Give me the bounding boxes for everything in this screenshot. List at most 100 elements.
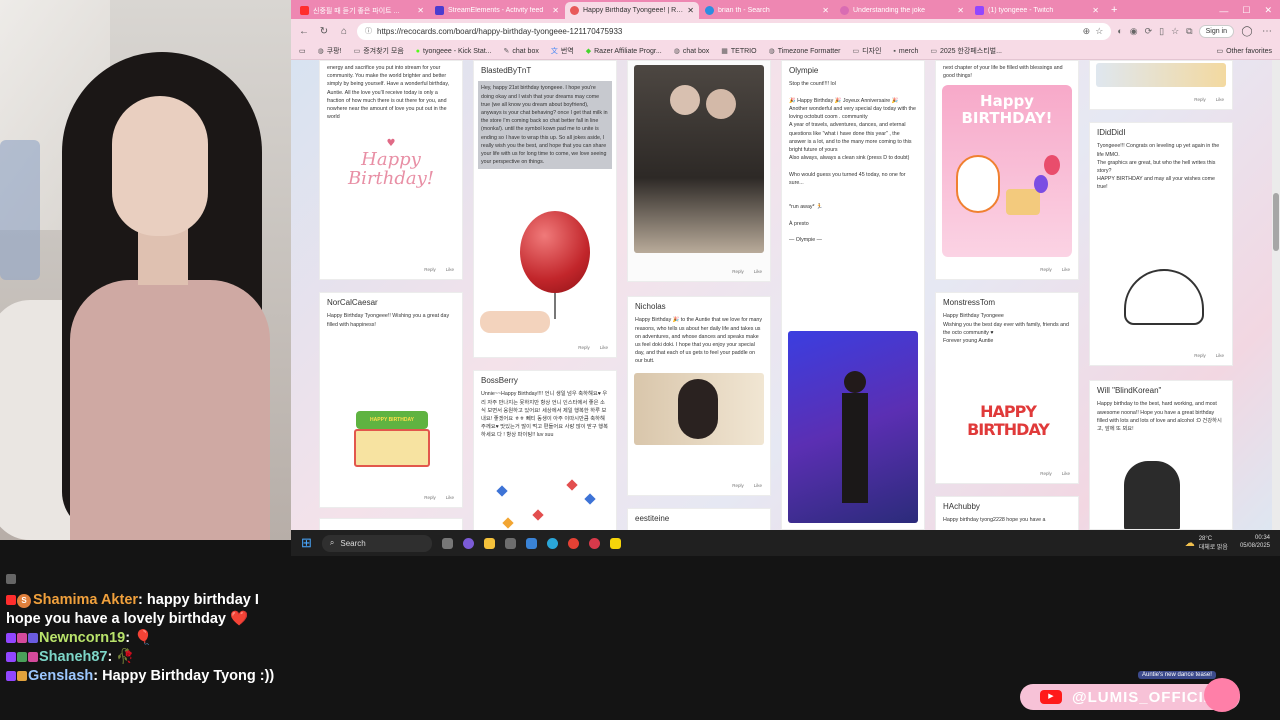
tab-4[interactable]: Understanding the joke ✕ [835, 2, 969, 19]
balloon-icon [1044, 155, 1060, 176]
address-bar[interactable]: ⓘ https://recocards.com/board/happy-birt… [357, 22, 1112, 40]
task-view-icon[interactable] [441, 537, 453, 549]
confetti-piece [496, 485, 508, 497]
close-tab-icon[interactable]: ✕ [957, 6, 964, 15]
like-button[interactable]: Like [446, 267, 454, 274]
bookmark-8[interactable]: ◍ Timezone Formatter [769, 47, 841, 56]
reply-button[interactable]: Reply [424, 267, 436, 274]
red-balloon-image [520, 211, 590, 293]
windows-start-icon[interactable]: ⊞ [301, 535, 312, 551]
windows-taskbar: ⊞ ⌕ Search ☁ 28°C 대체로 맑음 00:34 05/08/2025 [291, 530, 1280, 556]
reply-button[interactable]: Reply [732, 483, 744, 490]
cake-icon [354, 429, 430, 467]
site-info-icon[interactable]: ⓘ [365, 26, 372, 36]
bookmark-10[interactable]: ▪ merch [893, 48, 918, 55]
like-button[interactable]: Like [754, 269, 762, 276]
like-button[interactable]: Like [1062, 267, 1070, 274]
close-tab-icon[interactable]: ✕ [1092, 6, 1099, 15]
bookmark-1[interactable]: ▭ 증겨찾기 모음 [354, 46, 404, 56]
tab-1[interactable]: StreamElements - Activity feed ✕ [430, 2, 564, 19]
like-button[interactable]: Like [1062, 471, 1070, 478]
back-icon[interactable]: ← [297, 26, 311, 37]
bookmarks-toggle-icon[interactable]: ▭ [299, 47, 306, 55]
bookmark-7[interactable]: ▦ TETRIO [721, 47, 756, 56]
maximize-icon[interactable]: ☐ [1242, 5, 1250, 16]
webcam-pillow [0, 140, 40, 280]
tab-2[interactable]: Happy Birthday Tyongeee! | Reco ✕ [565, 2, 699, 19]
close-tab-icon[interactable]: ✕ [552, 6, 559, 15]
edge-icon[interactable] [546, 537, 558, 549]
home-icon[interactable]: ⌂ [337, 26, 351, 37]
bookmark-4[interactable]: 文 번역 [551, 46, 574, 56]
bookmark-label: 디자인 [862, 48, 882, 55]
split-screen-icon[interactable]: ▯ [1159, 26, 1164, 37]
extension-icon[interactable]: ⟳ [1145, 26, 1153, 37]
reply-button[interactable]: Reply [578, 345, 590, 352]
weather-icon: ☁ [1184, 537, 1195, 549]
bookmark-6[interactable]: ◍ chat box [674, 47, 710, 56]
tab-3[interactable]: brian th - Search ✕ [700, 2, 834, 19]
reply-button[interactable]: Reply [732, 269, 744, 276]
reply-button[interactable]: Reply [1040, 267, 1052, 274]
app-icon[interactable] [588, 537, 600, 549]
bookmark-2[interactable]: ● tyongeee - Kick Stat... [416, 48, 492, 55]
scrollbar-thumb[interactable] [1273, 193, 1279, 251]
minimize-icon[interactable]: — [1219, 6, 1228, 16]
like-button[interactable]: Like [1216, 353, 1224, 360]
refresh-icon[interactable]: ↻ [317, 26, 331, 37]
favorites-icon[interactable]: ☆ [1171, 26, 1179, 37]
like-button[interactable]: Like [1216, 97, 1224, 104]
browser-window: 신중필 때 듣기 좋은 파이트 ... ✕ StreamElements - Ac… [291, 0, 1280, 530]
extension-icon[interactable]: ◐ [1117, 26, 1122, 37]
taskbar-search-box[interactable]: ⌕ Search [321, 534, 432, 552]
close-tab-icon[interactable]: ✕ [687, 6, 694, 15]
card-message: Happy Birthday 🎉 to the Auntie that we l… [635, 317, 763, 365]
bookmark-11[interactable]: ▭ 2025 한강페스티벌... [930, 46, 1002, 56]
app-icon[interactable] [525, 537, 537, 549]
art-text: HAPPY BIRTHDAY [967, 402, 1050, 439]
file-explorer-icon[interactable] [483, 537, 495, 549]
like-button[interactable]: Like [600, 345, 608, 352]
close-window-icon[interactable]: ✕ [1264, 5, 1272, 16]
page-icon [840, 6, 849, 15]
reply-button[interactable]: Reply [1040, 471, 1052, 478]
new-tab-button[interactable]: + [1105, 2, 1123, 19]
like-button[interactable]: Like [446, 495, 454, 502]
bookmark-5[interactable]: ◆ Razer Affiliate Progr... [586, 47, 662, 56]
other-favorites[interactable]: ▭ Other favorites [1216, 47, 1272, 56]
reply-button[interactable]: Reply [424, 495, 436, 502]
tab-5[interactable]: (1) tyongeee - Twitch ✕ [970, 2, 1104, 19]
confetti-piece [502, 517, 514, 529]
seal-sticker-icon [1124, 269, 1204, 325]
character-icon [956, 155, 1000, 214]
profile-avatar-icon[interactable]: ◯ [1240, 26, 1254, 37]
tab-label: 신중필 때 듣기 좋은 파이트 ... [313, 7, 400, 15]
bookmark-3[interactable]: ✎ chat box [504, 47, 539, 56]
collections-icon[interactable]: ⧉ [1186, 26, 1192, 37]
stream-chat-overlay: S Shamima Akter: happy birthday I hope yo… [0, 570, 290, 720]
app-icon[interactable] [504, 537, 516, 549]
taskbar-clock[interactable]: 00:34 05/08/2025 [1240, 535, 1270, 551]
kakaotalk-icon[interactable] [609, 537, 621, 549]
sign-in-button[interactable]: Sign in [1198, 24, 1234, 38]
bookmark-9[interactable]: ▭ 디자인 [852, 46, 881, 56]
bookmark-0[interactable]: ◍ 쿠팡! [318, 46, 342, 56]
bookmark-label: merch [898, 47, 919, 55]
chat-app-icon[interactable] [462, 537, 474, 549]
weather-widget[interactable]: ☁ 28°C 대체로 맑음 [1185, 536, 1228, 551]
tab-0[interactable]: 신중필 때 듣기 좋은 파이트 ... ✕ [295, 2, 429, 19]
chrome-icon[interactable] [567, 537, 579, 549]
like-button[interactable]: Like [754, 483, 762, 490]
zoom-icon[interactable]: ⊕ [1083, 26, 1091, 37]
favorite-star-icon[interactable]: ☆ [1095, 26, 1103, 37]
reply-button[interactable]: Reply [1194, 97, 1206, 104]
extension-icon[interactable]: ◉ [1130, 26, 1138, 37]
close-tab-icon[interactable]: ✕ [822, 6, 829, 15]
menu-icon[interactable]: ⋯ [1260, 26, 1274, 37]
page-scrollbar[interactable] [1272, 60, 1280, 530]
reply-button[interactable]: Reply [1194, 353, 1206, 360]
close-tab-icon[interactable]: ✕ [417, 6, 424, 15]
other-favorites-label: Other favorites [1226, 47, 1272, 55]
twitch-badge-icon [6, 671, 16, 681]
tab-label: Understanding the joke [853, 7, 925, 14]
